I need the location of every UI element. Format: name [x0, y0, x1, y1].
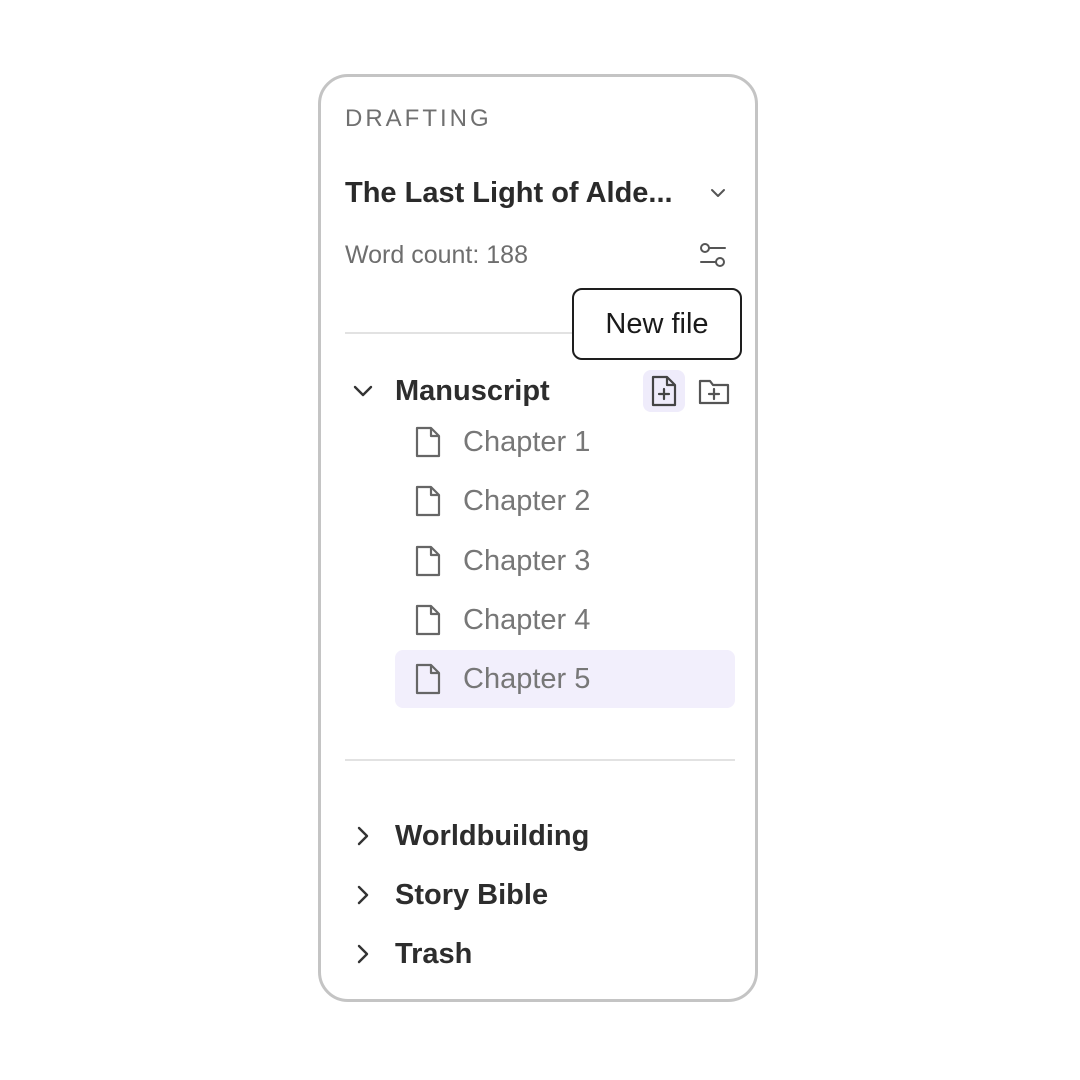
file-icon: [411, 484, 445, 518]
chevron-right-icon[interactable]: [345, 818, 381, 854]
folder-name[interactable]: Story Bible: [395, 879, 735, 912]
file-item-chapter-3[interactable]: Chapter 3: [395, 532, 735, 590]
sliders-icon[interactable]: [695, 237, 731, 273]
file-item-chapter-4[interactable]: Chapter 4: [395, 591, 735, 649]
folder-worldbuilding[interactable]: Worldbuilding: [345, 812, 735, 860]
project-title[interactable]: The Last Light of Alde...: [345, 177, 673, 210]
file-plus-icon[interactable]: [643, 370, 685, 412]
file-label: Chapter 4: [463, 603, 591, 636]
file-icon: [411, 425, 445, 459]
chevron-right-icon[interactable]: [345, 877, 381, 913]
folder-story-bible[interactable]: Story Bible: [345, 871, 735, 919]
folder-manuscript[interactable]: Manuscript: [345, 367, 735, 415]
chevron-right-icon[interactable]: [345, 936, 381, 972]
folder-trash[interactable]: Trash: [345, 930, 735, 978]
word-count-row: Word count: 188: [345, 237, 733, 273]
chevron-down-icon[interactable]: [703, 178, 733, 208]
file-label: Chapter 1: [463, 425, 591, 458]
file-icon: [411, 544, 445, 578]
section-label: DRAFTING: [345, 105, 492, 132]
file-item-chapter-1[interactable]: Chapter 1: [395, 413, 735, 471]
drafting-panel: DRAFTING The Last Light of Alde... Word …: [318, 74, 758, 1002]
folder-name[interactable]: Trash: [395, 938, 735, 971]
file-item-chapter-2[interactable]: Chapter 2: [395, 472, 735, 530]
file-label: Chapter 5: [463, 662, 591, 695]
new-file-tooltip: New file: [572, 288, 742, 360]
folder-name[interactable]: Worldbuilding: [395, 820, 735, 853]
word-count: Word count: 188: [345, 240, 528, 269]
divider: [345, 759, 735, 761]
file-label: Chapter 2: [463, 484, 591, 517]
chevron-down-icon[interactable]: [345, 373, 381, 409]
folder-plus-icon[interactable]: [693, 370, 735, 412]
folder-actions: [643, 370, 735, 412]
file-icon: [411, 603, 445, 637]
file-icon: [411, 662, 445, 696]
folder-name[interactable]: Manuscript: [395, 375, 643, 408]
file-label: Chapter 3: [463, 544, 591, 577]
file-item-chapter-5[interactable]: Chapter 5: [395, 650, 735, 708]
project-selector[interactable]: The Last Light of Alde...: [345, 173, 733, 213]
